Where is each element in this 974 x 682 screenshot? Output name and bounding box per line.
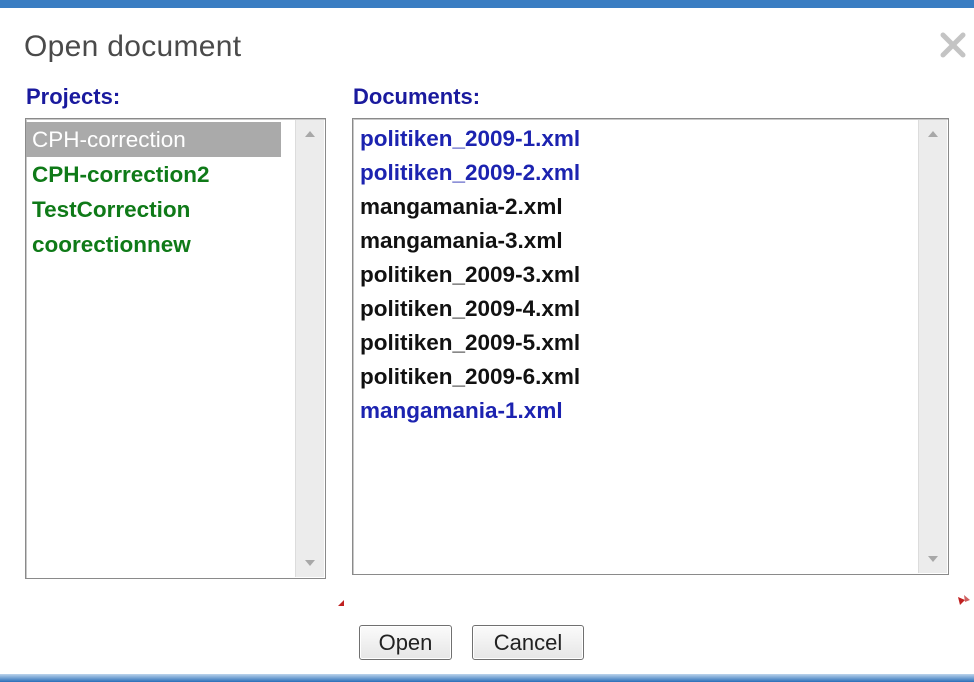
documents-list: politiken_2009-1.xml politiken_2009-2.xm… — [353, 119, 916, 428]
close-icon[interactable] — [938, 30, 968, 60]
projects-scrollbar[interactable] — [295, 120, 324, 577]
documents-label: Documents: — [353, 84, 481, 109]
dialog-bottom-border — [0, 674, 974, 682]
document-item[interactable]: politiken_2009-1.xml — [353, 122, 916, 156]
documents-scrollbar[interactable] — [918, 120, 947, 573]
scroll-up-arrow-icon[interactable] — [919, 120, 947, 148]
project-item-cph-correction2[interactable]: CPH-correction2 — [26, 157, 293, 192]
scroll-up-arrow-icon[interactable] — [296, 120, 324, 148]
project-item-testcorrection[interactable]: TestCorrection — [26, 192, 293, 227]
projects-list: CPH-correction CPH-correction2 TestCorre… — [26, 119, 293, 262]
document-item[interactable]: politiken_2009-2.xml — [353, 156, 916, 190]
projects-label: Projects: — [26, 84, 121, 109]
scroll-down-arrow-icon[interactable] — [296, 549, 324, 577]
resize-handle-icon[interactable] — [957, 594, 971, 609]
document-item[interactable]: politiken_2009-3.xml — [353, 258, 916, 292]
document-item[interactable]: politiken_2009-4.xml — [353, 292, 916, 326]
dialog-title: Open document — [24, 30, 242, 63]
document-item[interactable]: politiken_2009-6.xml — [353, 360, 916, 394]
document-item[interactable]: politiken_2009-5.xml — [353, 326, 916, 360]
document-item[interactable]: mangamania-1.xml — [353, 394, 916, 428]
open-document-dialog: Open document Projects: Documents: CPH-c… — [0, 0, 974, 682]
project-item-cph-correction[interactable]: CPH-correction — [26, 122, 281, 157]
document-item[interactable]: mangamania-2.xml — [353, 190, 916, 224]
project-item-coorectionnew[interactable]: coorectionnew — [26, 227, 293, 262]
projects-listbox[interactable]: CPH-correction CPH-correction2 TestCorre… — [25, 118, 326, 579]
documents-listbox[interactable]: politiken_2009-1.xml politiken_2009-2.xm… — [352, 118, 949, 575]
scroll-down-arrow-icon[interactable] — [919, 545, 947, 573]
cancel-button[interactable]: Cancel — [472, 625, 584, 660]
open-button[interactable]: Open — [359, 625, 452, 660]
marker-icon — [337, 596, 345, 610]
document-item[interactable]: mangamania-3.xml — [353, 224, 916, 258]
